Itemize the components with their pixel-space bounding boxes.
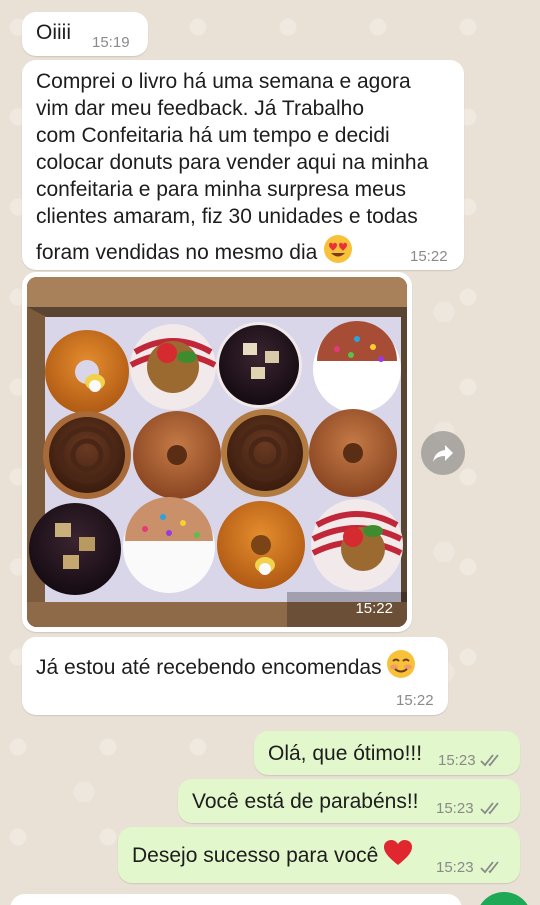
donut-box-photo[interactable]: 15:22 xyxy=(27,277,407,627)
donut xyxy=(217,501,305,589)
heart-eyes-emoji xyxy=(324,235,353,263)
message-time: 15:23 xyxy=(438,752,476,769)
donut xyxy=(216,322,302,408)
message-text: Oiiii xyxy=(36,21,71,44)
red-heart-emoji xyxy=(383,840,412,865)
message-line-text: foram vendidas no mesmo dia xyxy=(36,241,318,264)
forward-arrow-icon xyxy=(433,445,453,462)
donut xyxy=(133,411,221,499)
message-line: Comprei o livro há uma semana e agora xyxy=(36,70,411,93)
message-text: Olá, que ótimo!!! xyxy=(268,742,423,765)
message-bubble-incoming[interactable]: Já estou até recebendo encomendas 15:22 xyxy=(22,637,448,715)
double-check-icon xyxy=(480,754,499,767)
forward-button[interactable] xyxy=(421,431,465,475)
message-input-bar[interactable] xyxy=(10,894,462,905)
donut xyxy=(311,499,403,591)
donut xyxy=(43,411,131,499)
message-time: 15:22 xyxy=(396,692,434,709)
message-line: com Confeitaria há um tempo e decidi xyxy=(36,124,390,147)
donut xyxy=(45,330,129,414)
smiling-blush-emoji xyxy=(387,650,416,678)
donut xyxy=(123,497,215,593)
message-bubble-incoming[interactable]: Comprei o livro há uma semana e agora vi… xyxy=(22,60,464,270)
message-line: clientes amaram, fiz 30 unidades e todas xyxy=(36,205,418,228)
message-time: 15:23 xyxy=(436,859,474,876)
message-text-row: Já estou até recebendo encomendas xyxy=(36,649,416,681)
message-bubble-incoming[interactable]: Oiiii 15:19 xyxy=(22,12,148,56)
message-text: Desejo sucesso para você xyxy=(132,844,379,867)
message-time: 15:23 xyxy=(436,800,474,817)
donut-box-illustration xyxy=(27,277,407,627)
donut xyxy=(309,409,397,497)
image-message[interactable]: 15:22 xyxy=(22,272,412,632)
donut xyxy=(221,409,309,497)
message-text-block: Comprei o livro há uma semana e agora vi… xyxy=(36,68,428,266)
message-time: 15:19 xyxy=(92,34,130,51)
donut xyxy=(29,503,121,595)
message-line: vim dar meu feedback. Já Trabalho xyxy=(36,97,365,120)
message-text: Você está de parabéns!! xyxy=(192,790,419,813)
message-bubble-outgoing[interactable]: Olá, que ótimo!!! 15:23 xyxy=(254,731,520,775)
message-line: foram vendidas no mesmo dia xyxy=(36,234,428,266)
message-text-row: Desejo sucesso para você xyxy=(132,839,413,869)
message-line: confeitaria e para minha surpresa meus xyxy=(36,178,407,201)
message-bubble-outgoing[interactable]: Você está de parabéns!! 15:23 xyxy=(178,779,520,823)
image-time: 15:22 xyxy=(355,600,393,617)
message-text: Já estou até recebendo encomendas xyxy=(36,656,382,679)
double-check-icon xyxy=(480,802,499,815)
message-bubble-outgoing[interactable]: Desejo sucesso para você 15:23 xyxy=(118,827,520,883)
donut xyxy=(129,324,217,410)
message-line: colocar donuts para vender aqui na minha xyxy=(36,151,429,174)
message-time: 15:22 xyxy=(410,248,448,265)
double-check-icon xyxy=(480,861,499,874)
